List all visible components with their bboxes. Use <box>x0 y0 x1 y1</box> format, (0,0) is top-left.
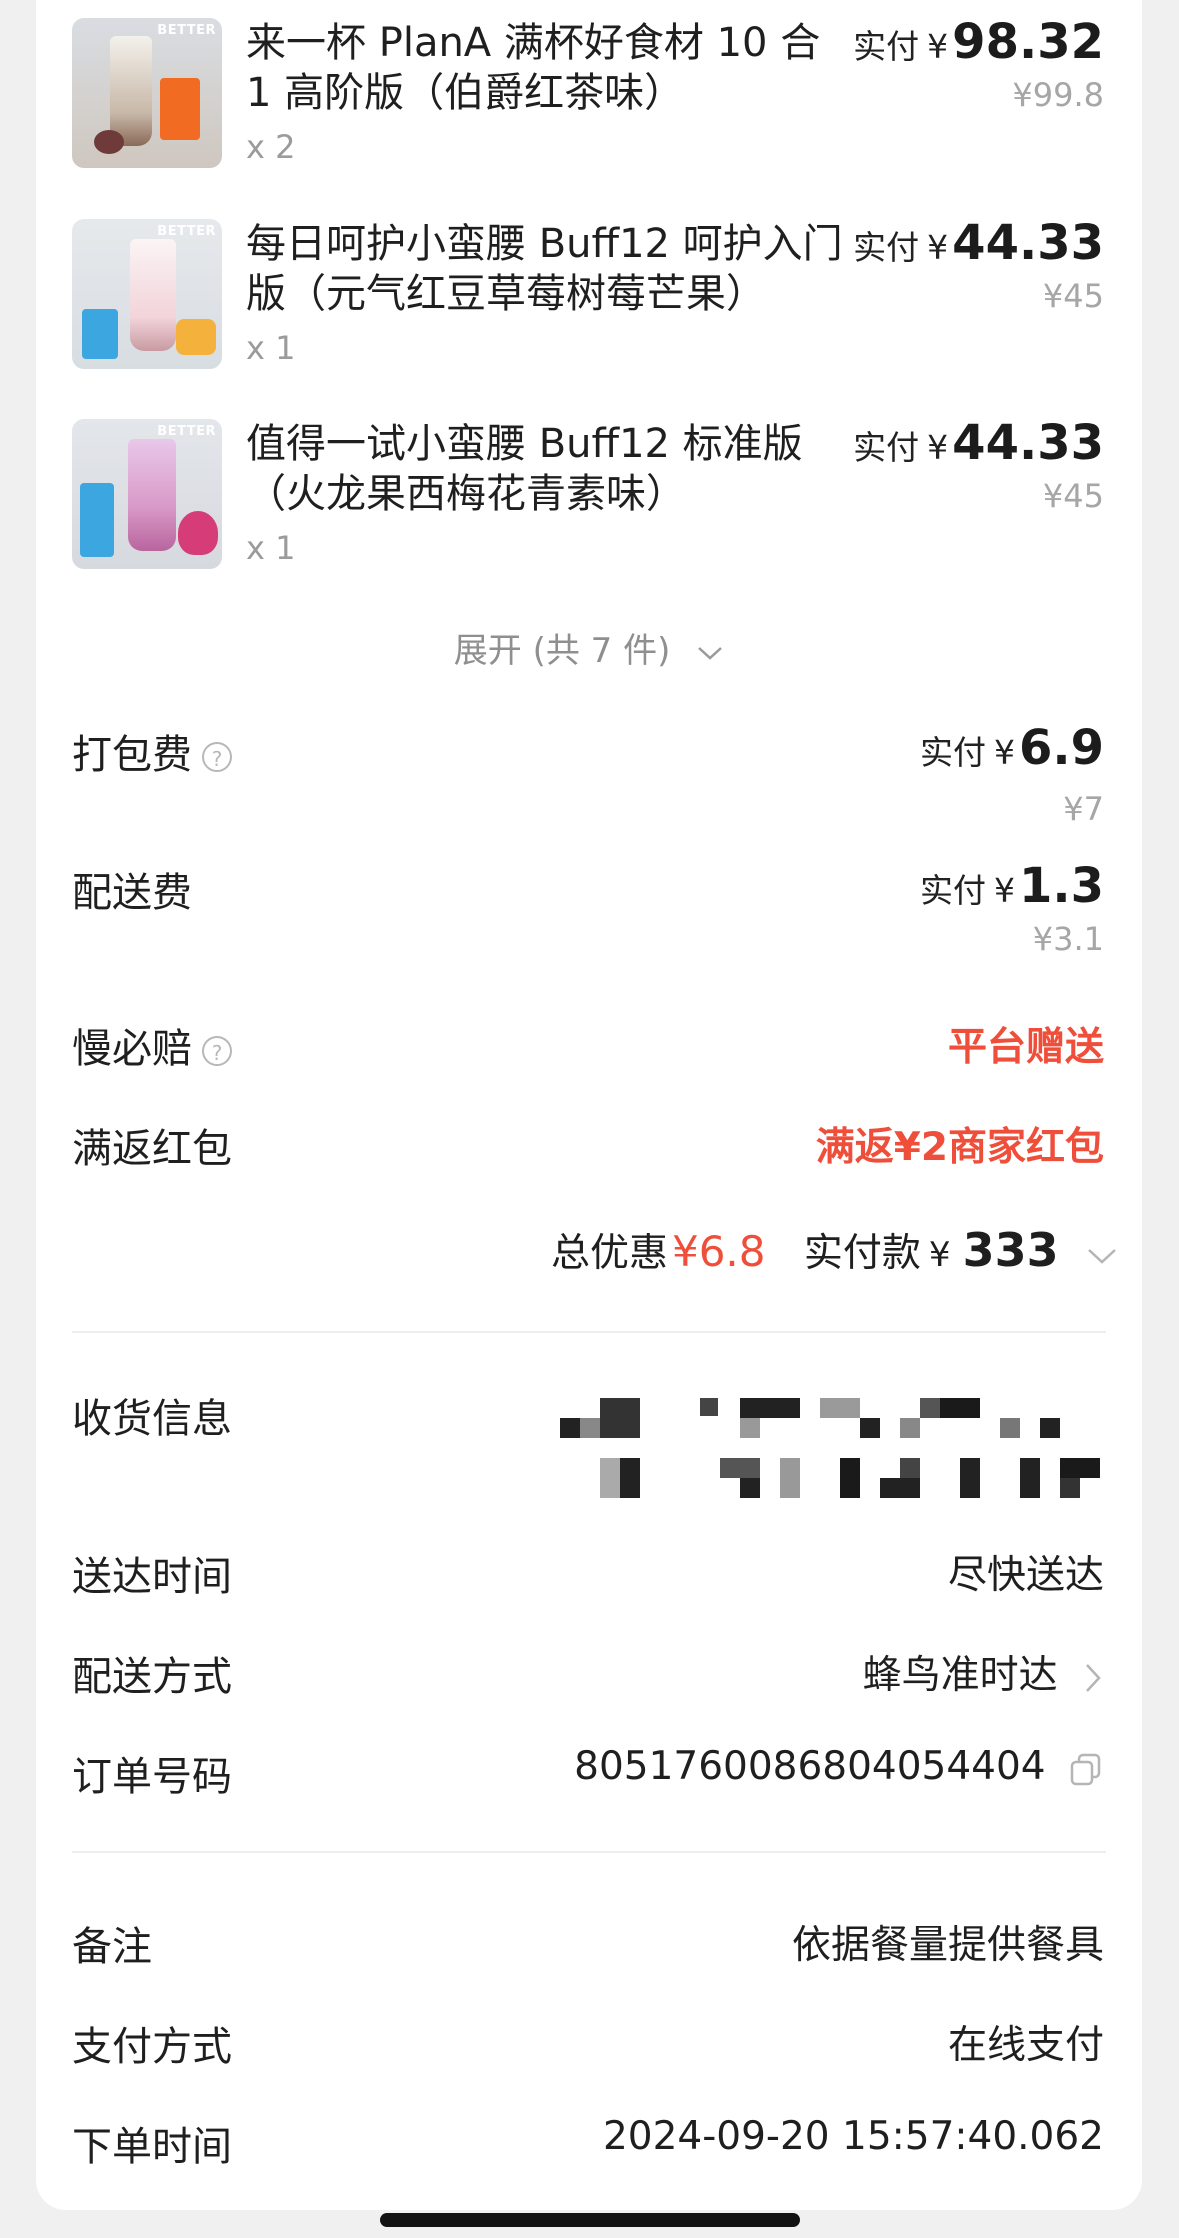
payment-method-label: 支付方式 <box>72 2024 232 2070</box>
discount-label: 总优惠 <box>550 1231 668 1276</box>
home-indicator[interactable] <box>380 2213 800 2227</box>
late-comp-value: 平台赠送 <box>947 1025 1104 1070</box>
product-qty-1: x 2 <box>246 128 296 166</box>
order-number-value: 8051760086804054404 <box>574 1744 1046 1789</box>
paid-total-label: 实付款 <box>803 1231 921 1276</box>
product-image-1[interactable]: BETTER <box>72 18 222 168</box>
packing-fee-original: ¥7 <box>1063 790 1104 828</box>
help-circle-icon[interactable]: ? <box>202 742 232 772</box>
delivery-method-link[interactable]: 蜂鸟准时达 <box>863 1644 1104 1700</box>
product-original-price-3: ¥45 <box>1042 477 1104 515</box>
note-label: 备注 <box>72 1924 152 1970</box>
delivery-fee-price: 实付 ¥1.3 <box>919 858 1104 914</box>
discount-value: ¥6.8 <box>671 1227 766 1276</box>
copy-icon[interactable] <box>1068 1751 1104 1787</box>
chevron-down-icon <box>698 646 723 660</box>
totals-row[interactable]: 总优惠¥6.8 实付款 ¥333 <box>551 1222 1119 1278</box>
address-label: 收货信息 <box>72 1396 232 1442</box>
red-packet-value: 满返¥2商家红包 <box>815 1125 1104 1170</box>
product-name-1[interactable]: 来一杯 PlanA 满杯好食材 10 合 1 高阶版（伯爵红茶味） <box>246 18 856 118</box>
delivery-time-value: 尽快送达 <box>947 1553 1104 1598</box>
product-price-3: 实付 ¥44.33 <box>853 415 1104 471</box>
order-number-label: 订单号码 <box>72 1754 232 1800</box>
product-qty-3: x 1 <box>246 529 296 567</box>
product-image-3[interactable]: BETTER <box>72 419 222 569</box>
late-comp-label: 慢必赔 <box>72 1026 192 1072</box>
address-redacted-block <box>560 1396 1100 1500</box>
order-number-row: 8051760086804054404 <box>574 1744 1104 1789</box>
payment-method-value: 在线支付 <box>947 2023 1104 2068</box>
help-circle-icon[interactable]: ? <box>202 1036 232 1066</box>
divider <box>72 1331 1106 1333</box>
product-original-price-1: ¥99.8 <box>1012 76 1104 114</box>
product-original-price-2: ¥45 <box>1042 277 1104 315</box>
product-qty-2: x 1 <box>246 329 296 367</box>
order-time-label: 下单时间 <box>72 2124 232 2170</box>
packing-fee-price: 实付 ¥6.9 <box>919 720 1104 776</box>
note-value: 依据餐量提供餐具 <box>791 1923 1104 1968</box>
delivery-method-value: 蜂鸟准时达 <box>862 1653 1058 1698</box>
product-image-2[interactable]: BETTER <box>72 219 222 369</box>
packing-fee-label: 打包费 <box>72 732 192 778</box>
expand-items-button[interactable]: 展开 (共 7 件) <box>0 623 1179 672</box>
packing-fee-row: 打包费? <box>72 722 232 780</box>
product-name-3[interactable]: 值得一试小蛮腰 Buff12 标准版（火龙果西梅花青素味） <box>246 419 856 519</box>
paid-total-value: 333 <box>962 1223 1059 1277</box>
paid-total-currency: ¥ <box>928 1235 951 1275</box>
late-comp-row: 慢必赔? <box>72 1016 232 1074</box>
divider <box>72 1851 1106 1853</box>
delivery-fee-label: 配送费 <box>72 870 192 916</box>
order-time-value: 2024-09-20 15:57:40.062 <box>602 2114 1104 2159</box>
expand-label: 展开 (共 7 件) <box>453 631 671 671</box>
delivery-method-label: 配送方式 <box>72 1654 232 1700</box>
product-price-2: 实付 ¥44.33 <box>853 215 1104 271</box>
delivery-fee-original: ¥3.1 <box>1032 920 1104 958</box>
red-packet-label: 满返红包 <box>72 1126 232 1172</box>
product-price-1: 实付 ¥98.32 <box>853 14 1104 70</box>
chevron-down-icon <box>1088 1248 1116 1264</box>
chevron-right-icon <box>1086 1663 1101 1692</box>
product-name-2[interactable]: 每日呵护小蛮腰 Buff12 呵护入门版（元气红豆草莓树莓芒果） <box>246 219 856 319</box>
delivery-time-label: 送达时间 <box>72 1554 232 1600</box>
